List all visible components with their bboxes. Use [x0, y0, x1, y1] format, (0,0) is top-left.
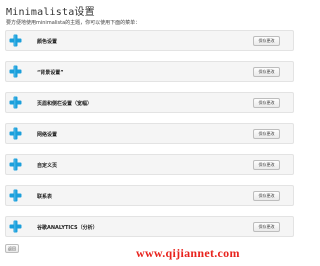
plus-icon[interactable] [9, 189, 22, 202]
save-changes-button[interactable]: 保存更改 [253, 67, 280, 77]
section-title: 页眉和侧栏设置（宽幅） [37, 101, 93, 107]
settings-section[interactable]: 页眉和侧栏设置（宽幅） 保存更改 [5, 92, 294, 113]
settings-section[interactable]: 颜色设置 保存更改 [5, 30, 294, 51]
settings-section[interactable]: 网络设置 保存更改 [5, 123, 294, 144]
plus-icon[interactable] [9, 34, 22, 47]
plus-icon[interactable] [9, 65, 22, 78]
page-title: Minimalista设置 [6, 7, 95, 18]
page-subtitle: 要方便地使用minimalista的主题，你可以使用下面的菜单： [6, 20, 141, 26]
save-changes-button[interactable]: 保存更改 [253, 36, 280, 46]
save-changes-button[interactable]: 保存更改 [253, 129, 280, 139]
settings-section[interactable]: 谷歌ANALYTICS（分析） 保存更改 [5, 216, 294, 237]
settings-section[interactable]: 自定义页 保存更改 [5, 154, 294, 175]
section-title: 联系表 [37, 194, 53, 200]
watermark-logo: www.qijiannet.com [136, 246, 240, 260]
section-title: 谷歌ANALYTICS（分析） [37, 225, 98, 231]
plus-icon[interactable] [9, 158, 22, 171]
section-title: 自定义页 [37, 163, 58, 169]
plus-icon[interactable] [9, 220, 22, 233]
save-changes-button[interactable]: 保存更改 [253, 160, 280, 170]
settings-section[interactable]: 联系表 保存更改 [5, 185, 294, 206]
back-button[interactable]: 返回 [5, 244, 19, 253]
section-title: 颜色设置 [37, 39, 58, 45]
settings-section[interactable]: “背景设置” 保存更改 [5, 61, 294, 82]
section-title: 网络设置 [37, 132, 58, 138]
section-title: “背景设置” [37, 70, 64, 76]
save-changes-button[interactable]: 保存更改 [253, 191, 280, 201]
save-changes-button[interactable]: 保存更改 [253, 222, 280, 232]
plus-icon[interactable] [9, 96, 22, 109]
plus-icon[interactable] [9, 127, 22, 140]
save-changes-button[interactable]: 保存更改 [253, 98, 280, 108]
